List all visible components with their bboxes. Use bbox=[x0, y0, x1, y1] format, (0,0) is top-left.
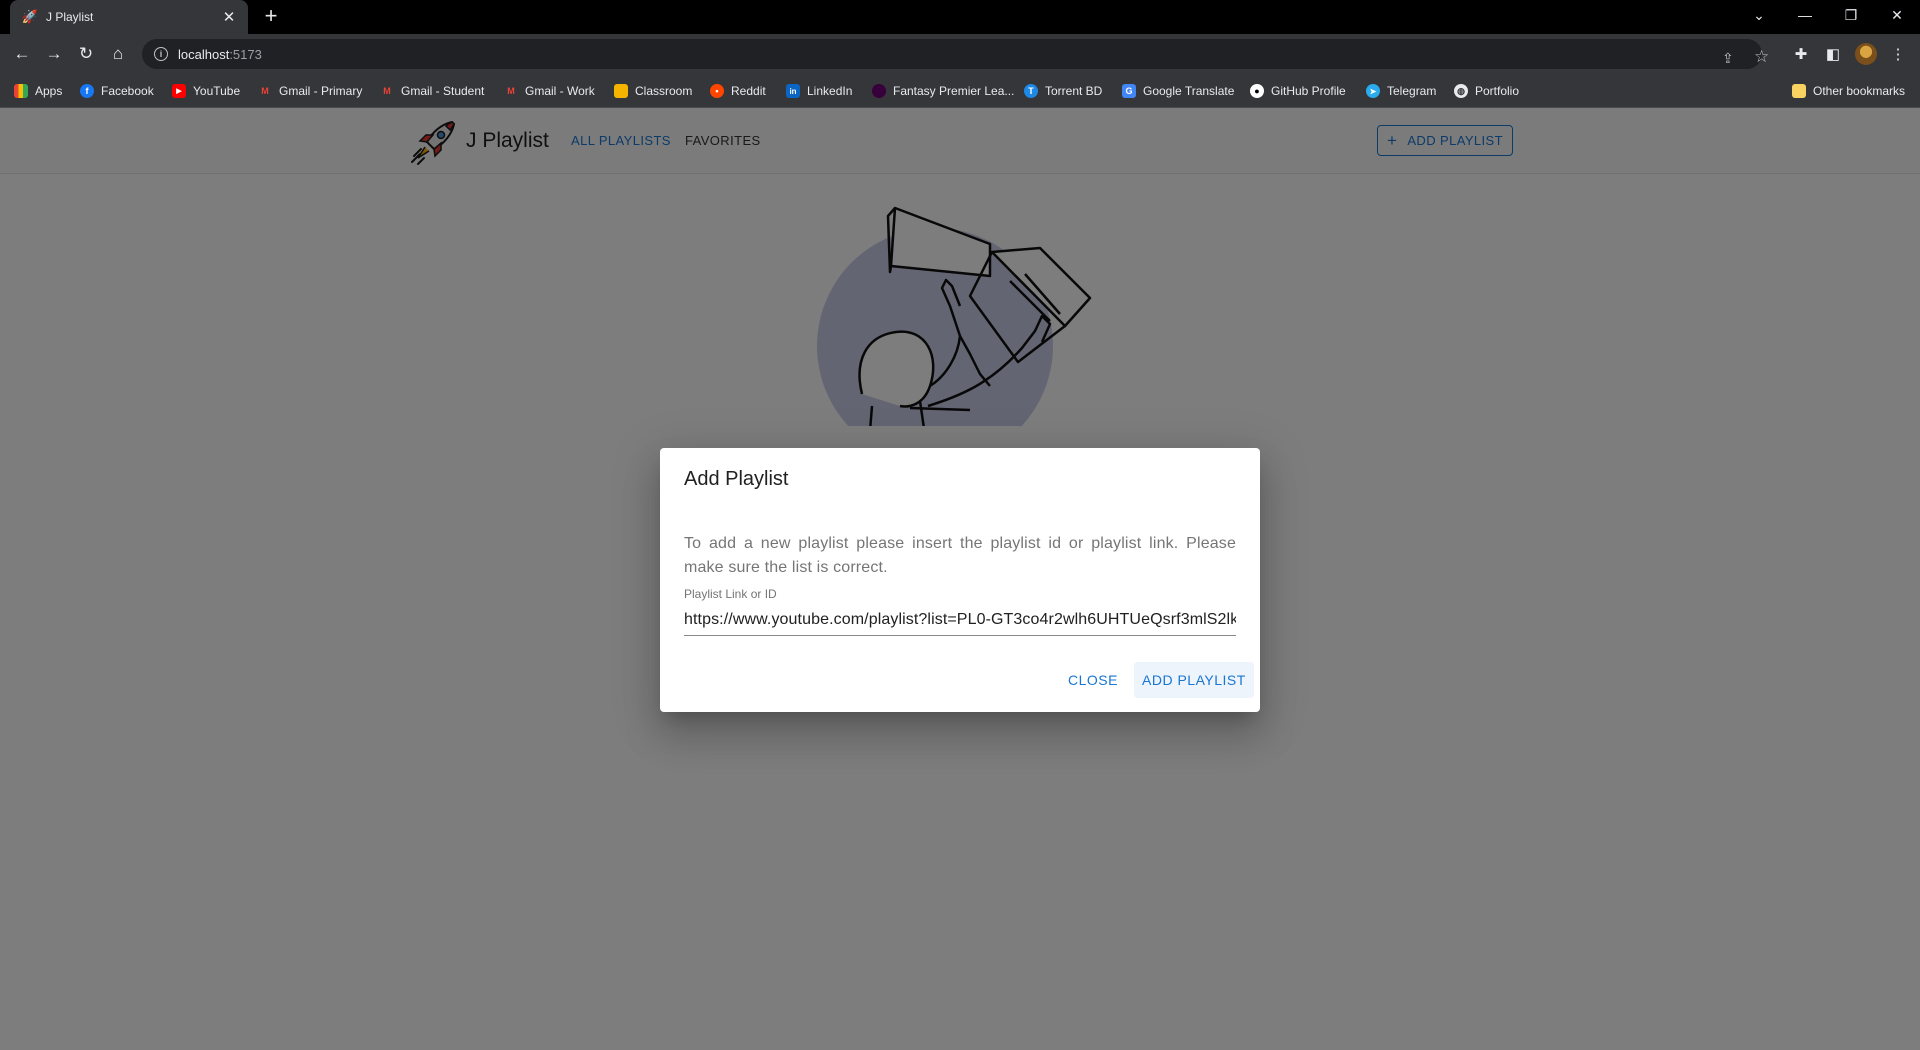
bookmark-fantasy-premier-league[interactable]: Fantasy Premier Lea... bbox=[872, 82, 1014, 100]
translate-icon: G bbox=[1122, 84, 1136, 98]
reddit-icon: • bbox=[710, 84, 724, 98]
folder-icon bbox=[1792, 84, 1806, 98]
back-icon[interactable]: ← bbox=[8, 40, 36, 68]
reload-icon[interactable]: ↻ bbox=[72, 40, 100, 68]
bookmarks-bar: Apps f Facebook ▶ YouTube M Gmail - Primary… bbox=[0, 74, 1920, 108]
classroom-icon bbox=[614, 84, 628, 98]
tab-search-icon[interactable]: ⌄ bbox=[1736, 0, 1782, 30]
bookmark-torrent-bd[interactable]: T Torrent BD bbox=[1024, 82, 1102, 100]
apps-grid-icon bbox=[14, 84, 28, 98]
torrent-icon: T bbox=[1024, 84, 1038, 98]
bookmark-reddit[interactable]: • Reddit bbox=[710, 82, 766, 100]
add-playlist-dialog: Add Playlist To add a new playlist pleas… bbox=[660, 448, 1260, 712]
side-panel-icon[interactable]: ◧ bbox=[1821, 42, 1845, 66]
new-tab-icon[interactable]: + bbox=[258, 4, 284, 30]
browser-toolbar: ← → ↻ ⌂ i localhost:5173 ⇪ ☆ ✚ ◧ ⋮ bbox=[0, 34, 1920, 74]
extensions-icon[interactable]: ✚ bbox=[1789, 42, 1813, 66]
youtube-icon: ▶ bbox=[172, 84, 186, 98]
bookmark-label: GitHub Profile bbox=[1271, 84, 1346, 98]
gmail-icon: M bbox=[507, 86, 515, 96]
bookmark-classroom[interactable]: Classroom bbox=[614, 82, 692, 100]
dialog-description: To add a new playlist please insert the … bbox=[684, 535, 1236, 576]
bookmark-google-translate[interactable]: G Google Translate bbox=[1122, 82, 1234, 100]
linkedin-icon: in bbox=[786, 84, 800, 98]
browser-tab-strip: 🚀 J Playlist ✕ + ⌄ — ❐ ✕ bbox=[0, 0, 1920, 34]
minimize-icon[interactable]: — bbox=[1782, 0, 1828, 30]
home-icon[interactable]: ⌂ bbox=[104, 40, 132, 68]
bookmark-github-profile[interactable]: ● GitHub Profile bbox=[1250, 82, 1346, 100]
facebook-icon: f bbox=[80, 84, 94, 98]
bookmark-label: Telegram bbox=[1387, 84, 1437, 98]
site-info-icon[interactable]: i bbox=[154, 47, 168, 61]
close-window-icon[interactable]: ✕ bbox=[1874, 0, 1920, 30]
bookmark-label: Gmail - Primary bbox=[279, 84, 363, 98]
bookmark-gmail-primary[interactable]: M Gmail - Primary bbox=[258, 82, 362, 100]
bookmark-label: Google Translate bbox=[1143, 84, 1235, 98]
bookmark-label: Portfolio bbox=[1475, 84, 1520, 98]
bookmark-label: Apps bbox=[35, 84, 63, 98]
close-tab-icon[interactable]: ✕ bbox=[220, 8, 238, 26]
premier-league-icon bbox=[872, 84, 886, 98]
bookmark-portfolio[interactable]: ◍ Portfolio bbox=[1454, 82, 1519, 100]
globe-icon: ◍ bbox=[1454, 84, 1468, 98]
bookmark-label: Gmail - Work bbox=[525, 84, 595, 98]
other-bookmarks[interactable]: Other bookmarks bbox=[1792, 82, 1905, 100]
bookmark-apps[interactable]: Apps bbox=[14, 82, 62, 100]
bookmark-label: LinkedIn bbox=[807, 84, 853, 98]
gmail-icon: M bbox=[261, 86, 269, 96]
gmail-icon: M bbox=[383, 86, 391, 96]
playlist-link-input[interactable] bbox=[684, 604, 1236, 636]
close-button[interactable]: CLOSE bbox=[1060, 662, 1126, 698]
bookmark-label: Facebook bbox=[101, 84, 154, 98]
bookmark-label: Gmail - Student bbox=[401, 84, 485, 98]
profile-avatar[interactable] bbox=[1855, 43, 1877, 65]
confirm-add-playlist-button[interactable]: ADD PLAYLIST bbox=[1134, 662, 1254, 698]
browser-menu-icon[interactable]: ⋮ bbox=[1886, 42, 1910, 66]
bookmark-gmail-work[interactable]: M Gmail - Work bbox=[504, 82, 595, 100]
address-bar[interactable]: i localhost:5173 ⇪ ☆ bbox=[142, 39, 1769, 69]
bookmark-linkedin[interactable]: in LinkedIn bbox=[786, 82, 852, 100]
bookmark-label: Reddit bbox=[731, 84, 766, 98]
bookmark-facebook[interactable]: f Facebook bbox=[80, 82, 154, 100]
bookmark-label: Torrent BD bbox=[1045, 84, 1103, 98]
url-host: localhost bbox=[178, 46, 230, 62]
share-icon[interactable]: ⇪ bbox=[1722, 50, 1734, 67]
bookmark-star-icon[interactable]: ☆ bbox=[1754, 47, 1769, 67]
url-port: :5173 bbox=[229, 46, 262, 62]
browser-tab[interactable]: 🚀 J Playlist ✕ bbox=[10, 0, 248, 34]
forward-icon[interactable]: → bbox=[40, 40, 68, 68]
github-icon: ● bbox=[1250, 84, 1264, 98]
bookmark-youtube[interactable]: ▶ YouTube bbox=[172, 82, 240, 100]
bookmark-label: YouTube bbox=[193, 84, 241, 98]
dialog-title: Add Playlist bbox=[684, 468, 789, 490]
bookmark-telegram[interactable]: ➤ Telegram bbox=[1366, 82, 1436, 100]
bookmark-label: Classroom bbox=[635, 84, 693, 98]
restore-icon[interactable]: ❐ bbox=[1828, 0, 1874, 30]
tab-title: J Playlist bbox=[46, 10, 94, 24]
telegram-icon: ➤ bbox=[1366, 84, 1380, 98]
other-bookmarks-label: Other bookmarks bbox=[1813, 84, 1906, 98]
playlist-field-label: Playlist Link or ID bbox=[684, 587, 777, 601]
bookmark-gmail-student[interactable]: M Gmail - Student bbox=[380, 82, 484, 100]
bookmark-label: Fantasy Premier Lea... bbox=[893, 84, 1015, 98]
rocket-favicon-icon: 🚀 bbox=[21, 9, 39, 24]
